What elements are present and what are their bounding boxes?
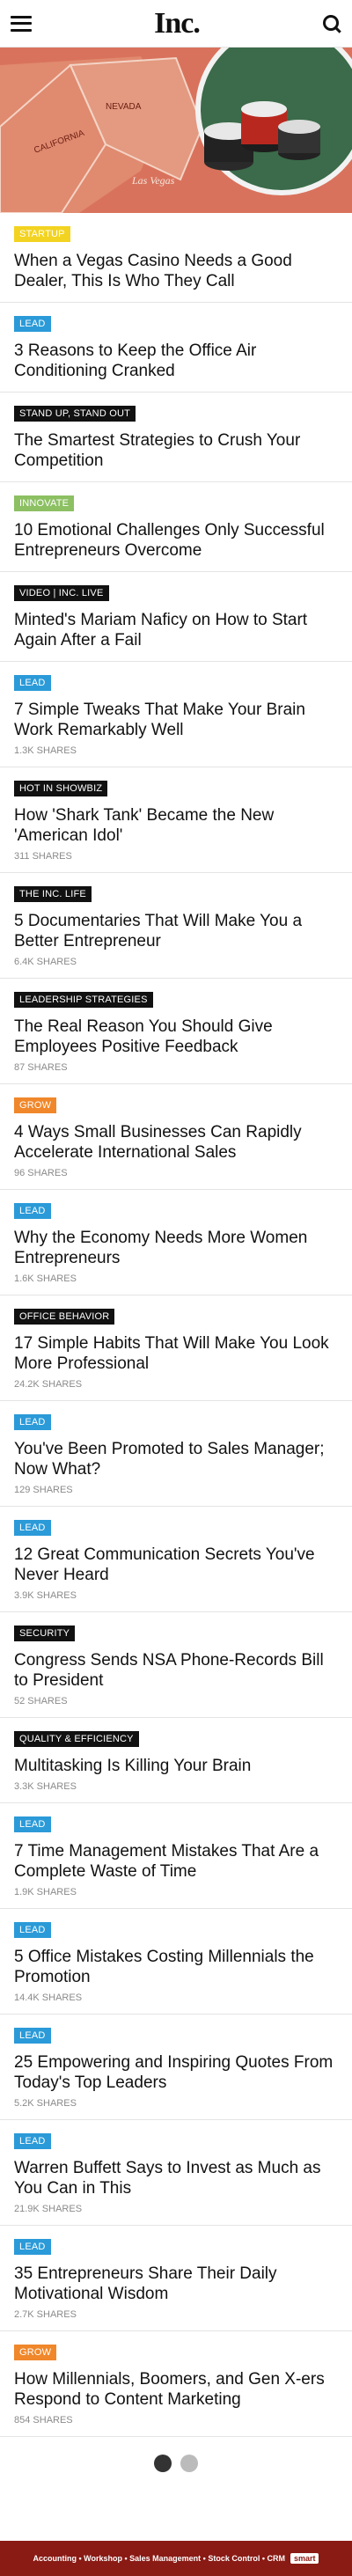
site-logo[interactable]: Inc. bbox=[154, 7, 201, 40]
article-tag[interactable]: GROW bbox=[14, 1097, 57, 1113]
article-item[interactable]: LEAD 25 Empowering and Inspiring Quotes F… bbox=[0, 2015, 352, 2120]
pagination-dot-1[interactable] bbox=[154, 2455, 172, 2472]
article-title[interactable]: 17 Simple Habits That Will Make You Look… bbox=[14, 1333, 338, 1374]
article-title[interactable]: 5 Documentaries That Will Make You a Bet… bbox=[14, 911, 338, 951]
article-shares: 21.9k SHARES bbox=[14, 2204, 83, 2214]
article-shares: 3.3k SHARES bbox=[14, 1781, 77, 1792]
article-title[interactable]: The Real Reason You Should Give Employee… bbox=[14, 1016, 338, 1057]
article-title[interactable]: The Smartest Strategies to Crush Your Co… bbox=[14, 430, 338, 471]
map-label-city: Las Vegas bbox=[131, 174, 175, 187]
article-item[interactable]: GROW 4 Ways Small Businesses Can Rapidly … bbox=[0, 1084, 352, 1190]
article-item[interactable]: LEAD Why the Economy Needs More Women Ent… bbox=[0, 1190, 352, 1295]
ad-banner[interactable]: Accounting • Workshop • Sales Management… bbox=[0, 2541, 352, 2576]
article-item[interactable]: LEAD 12 Great Communication Secrets You'v… bbox=[0, 1507, 352, 1612]
article-tag[interactable]: GROW bbox=[14, 2345, 57, 2360]
article-title[interactable]: Why the Economy Needs More Women Entrepr… bbox=[14, 1228, 338, 1268]
article-item[interactable]: LEAD 5 Office Mistakes Costing Millennial… bbox=[0, 1909, 352, 2015]
article-tag[interactable]: INNOVATE bbox=[14, 495, 75, 511]
article-title[interactable]: 4 Ways Small Businesses Can Rapidly Acce… bbox=[14, 1122, 338, 1163]
article-item[interactable]: LEAD 7 Simple Tweaks That Make Your Brain… bbox=[0, 662, 352, 767]
article-title[interactable]: Minted's Mariam Naficy on How to Start A… bbox=[14, 610, 338, 650]
article-shares: 52 SHARES bbox=[14, 1696, 68, 1706]
ad-text: Accounting • Workshop • Sales Management… bbox=[33, 2554, 285, 2563]
article-tag[interactable]: OFFICE BEHAVIOR bbox=[14, 1309, 115, 1325]
article-title[interactable]: Multitasking Is Killing Your Brain bbox=[14, 1756, 338, 1776]
article-tag[interactable]: STARTUP bbox=[14, 226, 70, 242]
article-item[interactable]: LEAD You've Been Promoted to Sales Manage… bbox=[0, 1401, 352, 1507]
article-item[interactable]: QUALITY & EFFICIENCY Multitasking Is Kill… bbox=[0, 1718, 352, 1803]
ad-logo: smart bbox=[290, 2553, 319, 2564]
article-title[interactable]: 5 Office Mistakes Costing Millennials th… bbox=[14, 1947, 338, 1987]
article-item[interactable]: LEADERSHIP STRATEGIES The Real Reason You… bbox=[0, 979, 352, 1084]
article-tag[interactable]: LEAD bbox=[14, 1203, 51, 1219]
article-title[interactable]: 25 Empowering and Inspiring Quotes From … bbox=[14, 2052, 338, 2093]
pagination-dot-2[interactable] bbox=[180, 2455, 198, 2472]
article-title[interactable]: 3 Reasons to Keep the Office Air Conditi… bbox=[14, 341, 338, 381]
article-item[interactable]: HOT IN SHOWBIZ How 'Shark Tank' Became th… bbox=[0, 767, 352, 873]
article-shares: 311 SHARES bbox=[14, 851, 72, 862]
article-tag[interactable]: LEAD bbox=[14, 1922, 51, 1938]
article-shares: 2.7k SHARES bbox=[14, 2309, 77, 2320]
pagination-dots bbox=[0, 2437, 352, 2490]
search-icon[interactable] bbox=[322, 14, 341, 33]
article-item[interactable]: STARTUP When a Vegas Casino Needs a Good … bbox=[0, 213, 352, 303]
article-tag[interactable]: VIDEO | INC. LIVE bbox=[14, 585, 109, 601]
hero-image[interactable]: NEVADA CALIFORNIA Las Vegas bbox=[0, 48, 352, 213]
article-shares: 87 SHARES bbox=[14, 1062, 68, 1073]
article-tag[interactable]: LEAD bbox=[14, 1816, 51, 1832]
site-header: Inc. bbox=[0, 0, 352, 48]
article-tag[interactable]: STAND UP, STAND OUT bbox=[14, 406, 136, 422]
article-tag[interactable]: LEAD bbox=[14, 1520, 51, 1536]
article-title[interactable]: Congress Sends NSA Phone-Records Bill to… bbox=[14, 1650, 338, 1691]
article-item[interactable]: LEAD 3 Reasons to Keep the Office Air Con… bbox=[0, 303, 352, 393]
article-shares: 1.3k SHARES bbox=[14, 745, 77, 756]
article-item[interactable]: LEAD 7 Time Management Mistakes That Are … bbox=[0, 1803, 352, 1909]
article-tag[interactable]: LEAD bbox=[14, 316, 51, 332]
article-title[interactable]: You've Been Promoted to Sales Manager; N… bbox=[14, 1439, 338, 1479]
article-shares: 6.4k SHARES bbox=[14, 957, 77, 967]
article-tag[interactable]: QUALITY & EFFICIENCY bbox=[14, 1731, 139, 1747]
article-item[interactable]: LEAD 35 Entrepreneurs Share Their Daily M… bbox=[0, 2226, 352, 2331]
article-shares: 854 SHARES bbox=[14, 2415, 73, 2426]
article-tag[interactable]: LEAD bbox=[14, 2133, 51, 2149]
article-shares: 96 SHARES bbox=[14, 1168, 68, 1178]
article-shares: 3.9k SHARES bbox=[14, 1590, 77, 1601]
article-tag[interactable]: LEAD bbox=[14, 1414, 51, 1430]
article-item[interactable]: GROW How Millennials, Boomers, and Gen X-… bbox=[0, 2331, 352, 2437]
article-tag[interactable]: LEAD bbox=[14, 675, 51, 691]
article-title[interactable]: How 'Shark Tank' Became the New 'America… bbox=[14, 805, 338, 846]
article-shares: 1.9k SHARES bbox=[14, 1887, 77, 1897]
article-tag[interactable]: LEAD bbox=[14, 2028, 51, 2044]
article-tag[interactable]: HOT IN SHOWBIZ bbox=[14, 781, 108, 796]
article-title[interactable]: How Millennials, Boomers, and Gen X-ers … bbox=[14, 2369, 338, 2410]
article-item[interactable]: INNOVATE 10 Emotional Challenges Only Suc… bbox=[0, 482, 352, 572]
article-title[interactable]: Warren Buffett Says to Invest as Much as… bbox=[14, 2158, 338, 2198]
article-item[interactable]: STAND UP, STAND OUT The Smartest Strategi… bbox=[0, 393, 352, 482]
article-tag[interactable]: SECURITY bbox=[14, 1626, 76, 1641]
article-feed: STARTUP When a Vegas Casino Needs a Good … bbox=[0, 213, 352, 2437]
article-title[interactable]: 35 Entrepreneurs Share Their Daily Motiv… bbox=[14, 2264, 338, 2304]
article-tag[interactable]: LEAD bbox=[14, 2239, 51, 2255]
article-title[interactable]: When a Vegas Casino Needs a Good Dealer,… bbox=[14, 251, 338, 291]
hero-illustration: NEVADA CALIFORNIA Las Vegas bbox=[0, 48, 352, 213]
article-tag[interactable]: LEADERSHIP STRATEGIES bbox=[14, 992, 153, 1008]
article-shares: 1.6k SHARES bbox=[14, 1273, 77, 1284]
article-shares: 14.4k SHARES bbox=[14, 1993, 83, 2003]
article-item[interactable]: SECURITY Congress Sends NSA Phone-Records… bbox=[0, 1612, 352, 1718]
article-title[interactable]: 12 Great Communication Secrets You've Ne… bbox=[14, 1545, 338, 1585]
article-shares: 24.2k SHARES bbox=[14, 1379, 83, 1390]
article-item[interactable]: OFFICE BEHAVIOR 17 Simple Habits That Wil… bbox=[0, 1295, 352, 1401]
article-item[interactable]: LEAD Warren Buffett Says to Invest as Muc… bbox=[0, 2120, 352, 2226]
article-shares: 5.2k SHARES bbox=[14, 2098, 77, 2109]
hamburger-icon[interactable] bbox=[11, 15, 32, 32]
article-item[interactable]: VIDEO | INC. LIVE Minted's Mariam Naficy … bbox=[0, 572, 352, 662]
article-title[interactable]: 7 Simple Tweaks That Make Your Brain Wor… bbox=[14, 700, 338, 740]
article-title[interactable]: 10 Emotional Challenges Only Successful … bbox=[14, 520, 338, 561]
map-label-nevada: NEVADA bbox=[106, 102, 142, 112]
article-tag[interactable]: THE INC. LIFE bbox=[14, 886, 92, 902]
article-shares: 129 SHARES bbox=[14, 1485, 73, 1495]
article-item[interactable]: THE INC. LIFE 5 Documentaries That Will M… bbox=[0, 873, 352, 979]
article-title[interactable]: 7 Time Management Mistakes That Are a Co… bbox=[14, 1841, 338, 1882]
